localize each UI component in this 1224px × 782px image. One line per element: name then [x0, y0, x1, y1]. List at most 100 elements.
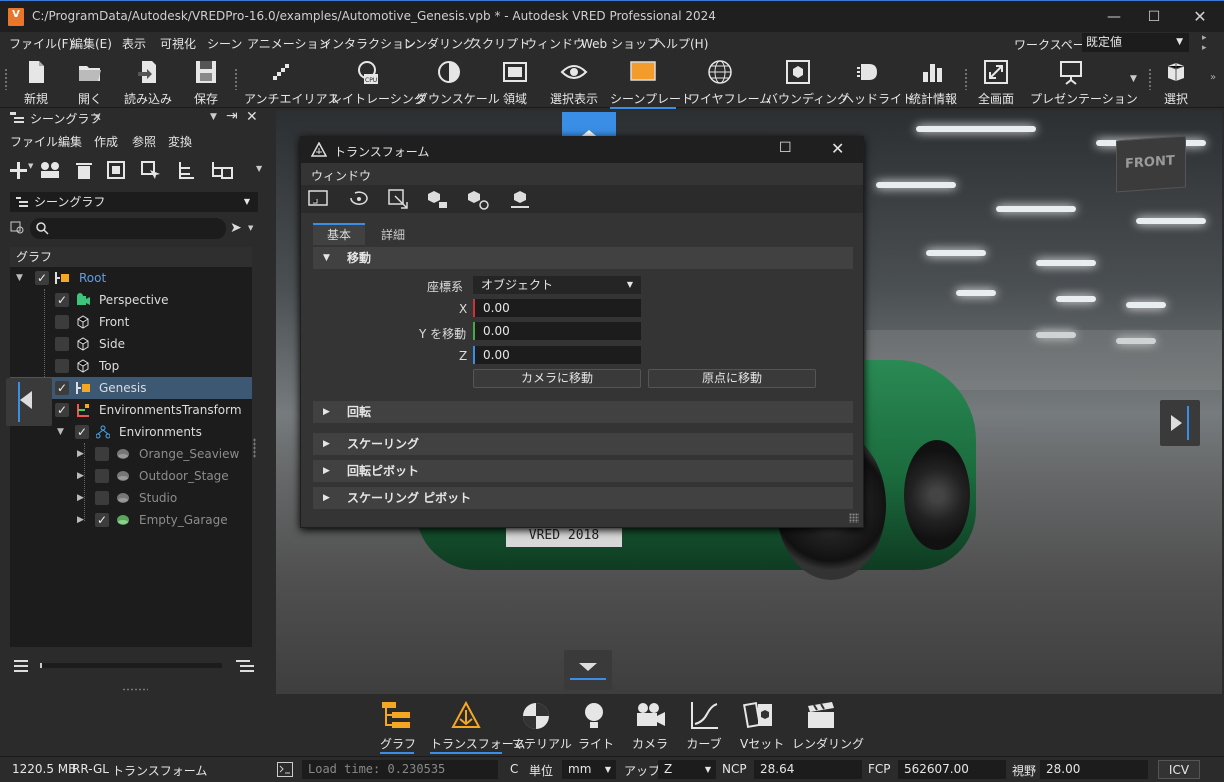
expand-arrow-icon[interactable]: ▶: [77, 509, 84, 531]
tree-node-empty-garage[interactable]: ▶ Empty_Garage: [10, 509, 252, 531]
tree-node-studio[interactable]: ▶ Studio: [10, 487, 252, 509]
workspace-select[interactable]: 既定値 ▼: [1082, 33, 1189, 52]
select-pointer-icon[interactable]: [140, 160, 162, 180]
visibility-checkbox[interactable]: [95, 469, 109, 483]
hierarchy-list-icon[interactable]: [236, 660, 254, 672]
view-cube[interactable]: FRONT: [1116, 135, 1186, 193]
add-node-icon[interactable]: [8, 160, 30, 180]
toolbar-extend-icon[interactable]: »: [1210, 72, 1216, 83]
toolbar-grip[interactable]: [964, 68, 968, 90]
wireframe-button[interactable]: ワイヤフレーム: [688, 56, 771, 106]
close-tab-icon[interactable]: ✕: [92, 110, 102, 124]
terminal-icon[interactable]: [277, 762, 293, 777]
menu-interaction[interactable]: インタラクション: [320, 35, 416, 52]
place-on-ground-icon[interactable]: [509, 188, 531, 210]
toolbar-grip[interactable]: [4, 68, 8, 90]
module-curve-button[interactable]: カーブ: [686, 698, 722, 754]
menu-file[interactable]: ファイル(F): [9, 35, 73, 52]
scenegraph-view-select[interactable]: シーングラフ ▼: [10, 192, 258, 212]
headlight-button[interactable]: ヘッドライト: [842, 56, 914, 106]
visibility-checkbox[interactable]: [55, 289, 69, 311]
visibility-checkbox[interactable]: [55, 399, 69, 421]
section-scale-pivot[interactable]: ▶ スケーリング ピボット: [313, 487, 853, 509]
z-input[interactable]: 0.00: [473, 346, 641, 364]
expand-arrow-icon[interactable]: ▶: [77, 443, 84, 465]
filter-icon[interactable]: [10, 221, 28, 237]
section-scale[interactable]: ▶ スケーリング: [313, 433, 853, 455]
pick-pointer-icon[interactable]: ➤: [230, 220, 242, 236]
module-light-button[interactable]: ライト: [578, 698, 614, 754]
sg-menu-file[interactable]: ファイル: [10, 133, 58, 150]
visibility-checkbox[interactable]: [55, 337, 69, 351]
tree-node-side[interactable]: Side: [10, 333, 252, 355]
menu-rendering[interactable]: レンダリング: [403, 35, 475, 52]
icv-button[interactable]: ICV: [1158, 760, 1200, 779]
expand-right-panel-button[interactable]: [1160, 400, 1200, 446]
module-camera-button[interactable]: カメラ: [632, 698, 668, 754]
paste-transform-icon[interactable]: [465, 188, 491, 210]
coord-system-select[interactable]: オブジェクト ▼: [473, 276, 641, 294]
module-graph-button[interactable]: グラフ: [380, 698, 416, 754]
visibility-checkbox[interactable]: [95, 491, 109, 505]
x-input[interactable]: 0.00: [473, 299, 641, 317]
antialias-button[interactable]: アンチエイリアス: [244, 56, 340, 106]
section-move[interactable]: ▼ 移動: [313, 247, 853, 269]
console-input[interactable]: Load time: 0.230535: [302, 760, 498, 779]
up-axis-select[interactable]: Z ▼: [658, 760, 716, 779]
menu-visualize[interactable]: 可視化: [160, 35, 196, 52]
group-nodes-icon[interactable]: [38, 160, 62, 180]
import-button[interactable]: 読み込み: [122, 56, 174, 106]
hierarchy-icon[interactable]: [176, 160, 198, 180]
ncp-input[interactable]: 28.64: [754, 760, 862, 779]
chevron-down-icon[interactable]: ▼: [28, 162, 33, 170]
toolbar-overflow-icon[interactable]: ▼: [1130, 74, 1137, 84]
copy-hierarchy-icon[interactable]: [210, 160, 234, 180]
expand-arrow-icon[interactable]: ▼: [16, 267, 23, 289]
unit-select[interactable]: mm ▼: [562, 760, 616, 779]
move-to-camera-button[interactable]: カメラに移動: [473, 369, 641, 388]
region-button[interactable]: 領域: [500, 56, 530, 106]
select-nodes-icon[interactable]: [106, 160, 126, 180]
module-material-button[interactable]: マテリアル: [512, 698, 572, 754]
section-rotate-pivot[interactable]: ▶ 回転ピボット: [313, 460, 853, 482]
menu-script[interactable]: スクリプト: [470, 35, 530, 52]
expand-arrow-icon[interactable]: ▼: [57, 421, 64, 443]
reset-rotation-icon[interactable]: [347, 188, 371, 210]
y-input[interactable]: 0.00: [473, 322, 641, 340]
visibility-checkbox[interactable]: [95, 509, 109, 531]
menu-webshop[interactable]: Web ショップ: [581, 35, 659, 52]
resize-grip-icon[interactable]: [849, 513, 859, 523]
copy-transform-icon[interactable]: [425, 188, 451, 210]
move-to-origin-button[interactable]: 原点に移動: [648, 369, 816, 388]
scenegraph-tab-title[interactable]: シーングラフ: [30, 110, 101, 127]
new-button[interactable]: 新規: [16, 56, 56, 106]
menu-edit[interactable]: 編集(E): [71, 35, 112, 52]
tree-node-front[interactable]: Front: [10, 311, 252, 333]
undock-icon[interactable]: ⇥: [226, 108, 238, 124]
world-transform-icon[interactable]: [307, 188, 331, 210]
bounding-button[interactable]: バウンディング: [766, 56, 849, 106]
raytracing-button[interactable]: CPU レイトレーシング: [330, 56, 426, 106]
menu-view[interactable]: 表示: [122, 35, 146, 52]
visibility-checkbox[interactable]: [35, 267, 49, 289]
module-vset-button[interactable]: Vセット: [740, 698, 784, 754]
fov-input[interactable]: 28.00: [1040, 760, 1148, 779]
panel-resize-grip[interactable]: [122, 688, 148, 691]
collapse-left-panel-button[interactable]: [6, 378, 52, 426]
tab-basic[interactable]: 基本: [313, 223, 365, 245]
chevron-down-icon[interactable]: ▼: [248, 224, 253, 232]
expand-bottom-panel-button[interactable]: [564, 650, 612, 690]
presentation-button[interactable]: プレゼンテーション: [1030, 56, 1138, 106]
chevron-down-icon[interactable]: ▼: [256, 164, 262, 173]
horizontal-scrollbar[interactable]: [40, 663, 222, 668]
scale-tool-icon[interactable]: [387, 188, 411, 210]
visibility-checkbox[interactable]: [55, 359, 69, 373]
sceneplate-button[interactable]: シーンプレート: [610, 56, 693, 109]
select-button[interactable]: 選択: [1158, 56, 1194, 106]
close-icon[interactable]: ✕: [831, 139, 844, 158]
downscale-button[interactable]: ダウンスケール: [416, 56, 500, 106]
tree-node-orange-seaview[interactable]: ▶ Orange_Seaview: [10, 443, 252, 465]
menu-window[interactable]: ウィンドウ: [525, 35, 585, 52]
visibility-checkbox[interactable]: [75, 421, 89, 443]
tree-node-top[interactable]: Top: [10, 355, 252, 377]
